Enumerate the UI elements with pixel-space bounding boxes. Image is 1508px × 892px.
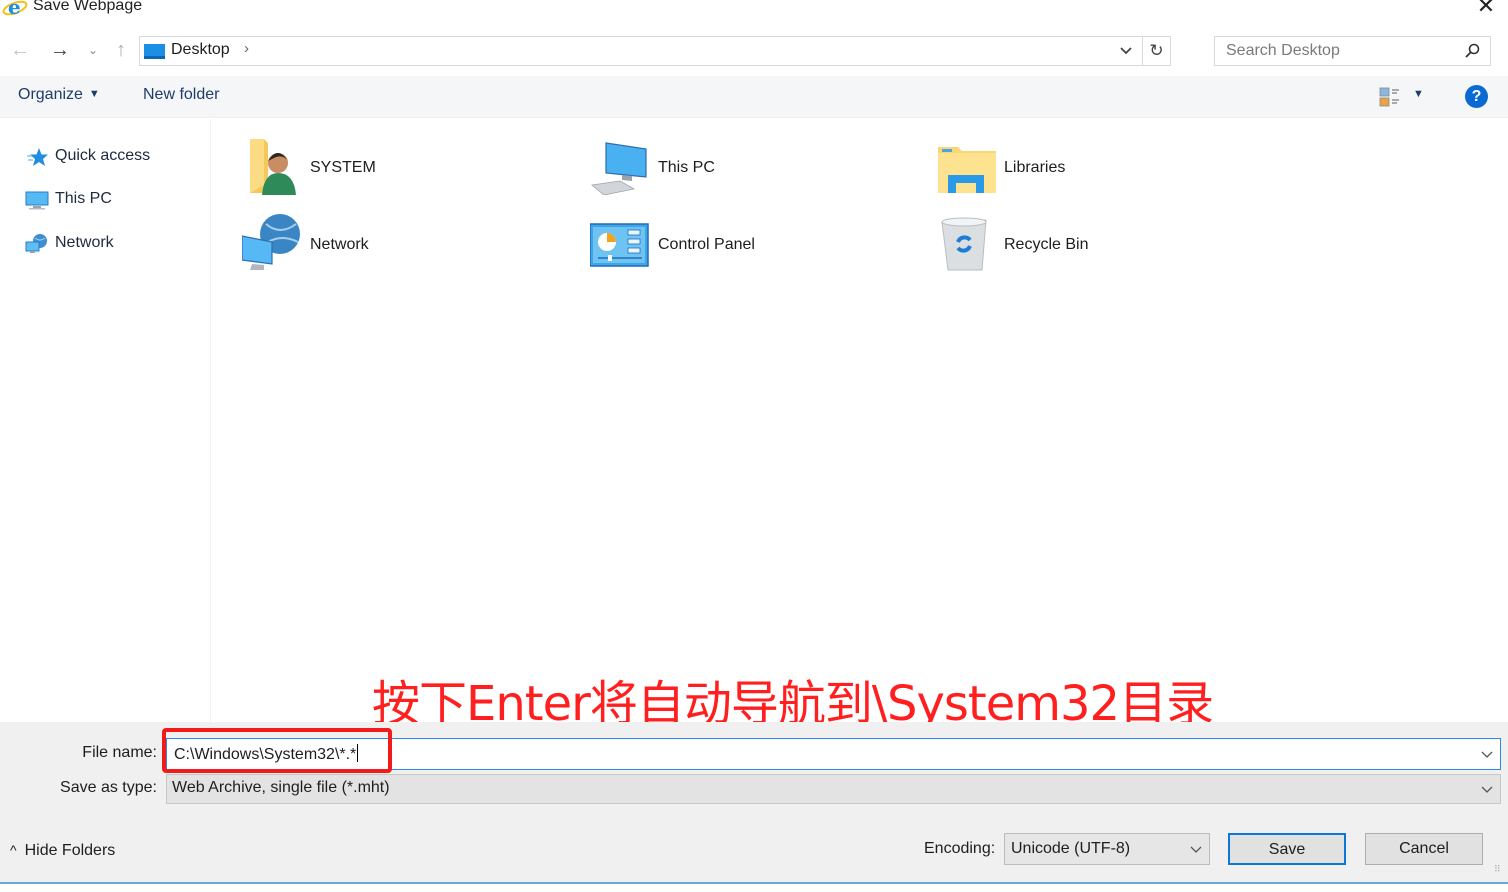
item-label: Libraries bbox=[1004, 159, 1066, 176]
help-icon[interactable]: ? bbox=[1465, 85, 1488, 108]
chevron-down-icon: ⌄ bbox=[87, 43, 99, 57]
list-item[interactable]: Network bbox=[242, 204, 542, 274]
file-name-highlight-box bbox=[162, 728, 392, 773]
item-label: Network bbox=[310, 236, 369, 253]
file-name-label: File name: bbox=[82, 744, 157, 761]
desktop-icon bbox=[144, 44, 165, 59]
sidebar-item-label: Network bbox=[55, 234, 114, 251]
item-label: This PC bbox=[658, 159, 715, 176]
search-icon[interactable] bbox=[1464, 43, 1480, 59]
window-title: Save Webpage bbox=[33, 0, 143, 14]
forward-arrow-icon: → bbox=[50, 39, 70, 61]
search-input[interactable]: Search Desktop bbox=[1214, 36, 1491, 66]
user-folder-icon bbox=[250, 139, 296, 195]
list-item[interactable]: Libraries bbox=[936, 127, 1236, 197]
command-toolbar: Organize ▼ New folder ▼ ? bbox=[0, 76, 1508, 118]
list-item[interactable]: Recycle Bin bbox=[936, 204, 1236, 274]
computer-icon bbox=[591, 142, 647, 195]
navigation-bar: ← → ⌄ ↑ Desktop › ↻ Search Desktop bbox=[0, 32, 1508, 70]
this-pc-icon bbox=[25, 191, 49, 210]
refresh-button[interactable]: ↻ bbox=[1142, 37, 1170, 65]
save-as-type-value: Web Archive, single file (*.mht) bbox=[172, 779, 390, 796]
file-name-dropdown-icon[interactable] bbox=[1480, 747, 1494, 764]
list-item[interactable]: Control Panel bbox=[590, 204, 890, 274]
hide-folders-label: Hide Folders bbox=[24, 842, 116, 859]
save-as-type-select[interactable]: Web Archive, single file (*.mht) bbox=[166, 774, 1501, 804]
encoding-label: Encoding: bbox=[924, 840, 996, 857]
breadcrumb-desktop[interactable]: Desktop bbox=[171, 41, 230, 59]
item-label: Control Panel bbox=[658, 236, 755, 253]
save-button[interactable]: Save bbox=[1228, 833, 1346, 865]
list-item[interactable]: This PC bbox=[590, 127, 890, 197]
item-label: SYSTEM bbox=[310, 159, 376, 176]
network-icon bbox=[25, 234, 47, 253]
svg-text:e: e bbox=[8, 0, 21, 18]
close-button[interactable]: ✕ bbox=[1474, 0, 1498, 18]
quick-access-star-icon bbox=[27, 148, 48, 166]
back-arrow-icon: ← bbox=[10, 39, 30, 61]
encoding-dropdown-icon[interactable] bbox=[1189, 842, 1203, 859]
forward-button[interactable]: → bbox=[48, 38, 72, 64]
save-options-panel: File name: C:\Windows\System32\*.* Save … bbox=[0, 722, 1508, 884]
encoding-select[interactable]: Unicode (UTF-8) bbox=[1004, 833, 1210, 865]
back-button[interactable]: ← bbox=[8, 38, 32, 64]
breadcrumb-chevron-icon[interactable]: › bbox=[244, 40, 249, 57]
network-globe-icon bbox=[242, 214, 300, 270]
chevron-up-icon: ^ bbox=[10, 842, 17, 858]
encoding-value: Unicode (UTF-8) bbox=[1011, 840, 1131, 857]
address-dropdown-icon[interactable] bbox=[1118, 43, 1134, 59]
recent-locations-button[interactable]: ⌄ bbox=[84, 38, 102, 64]
change-view-icon[interactable] bbox=[1379, 86, 1401, 108]
list-item[interactable]: SYSTEM bbox=[242, 127, 542, 197]
save-as-type-label: Save as type: bbox=[60, 779, 157, 796]
file-list: SYSTEM This PC Libraries Network Control… bbox=[212, 119, 1508, 722]
sidebar-item-label: Quick access bbox=[55, 147, 151, 164]
navigation-pane: Quick access This PC Network bbox=[0, 119, 211, 722]
libraries-icon bbox=[938, 147, 996, 193]
resize-grip[interactable]: ⠿ bbox=[1494, 864, 1504, 874]
item-label: Recycle Bin bbox=[1004, 236, 1089, 253]
control-panel-icon bbox=[590, 223, 649, 267]
cancel-button[interactable]: Cancel bbox=[1365, 833, 1483, 865]
sidebar-item-label: This PC bbox=[55, 190, 112, 207]
hide-folders-button[interactable]: ^ Hide Folders bbox=[10, 842, 115, 860]
organize-label: Organize bbox=[18, 86, 83, 103]
window-bottom-border bbox=[0, 882, 1508, 884]
up-arrow-icon: ↑ bbox=[116, 39, 126, 61]
organize-button[interactable]: Organize ▼ bbox=[18, 86, 100, 104]
view-options-caret-icon[interactable]: ▼ bbox=[1413, 88, 1424, 100]
title-bar: e Save Webpage ✕ bbox=[0, 0, 1508, 24]
search-placeholder: Search Desktop bbox=[1226, 42, 1340, 59]
address-bar[interactable]: Desktop › ↻ bbox=[139, 36, 1171, 66]
recycle-bin-icon bbox=[941, 217, 987, 271]
refresh-icon: ↻ bbox=[1149, 41, 1164, 60]
internet-explorer-icon: e bbox=[2, 0, 28, 18]
caret-down-icon: ▼ bbox=[88, 88, 100, 100]
up-button[interactable]: ↑ bbox=[110, 38, 132, 64]
save-as-type-dropdown-icon[interactable] bbox=[1480, 782, 1494, 799]
new-folder-button[interactable]: New folder bbox=[143, 86, 219, 104]
close-icon: ✕ bbox=[1476, 0, 1496, 18]
